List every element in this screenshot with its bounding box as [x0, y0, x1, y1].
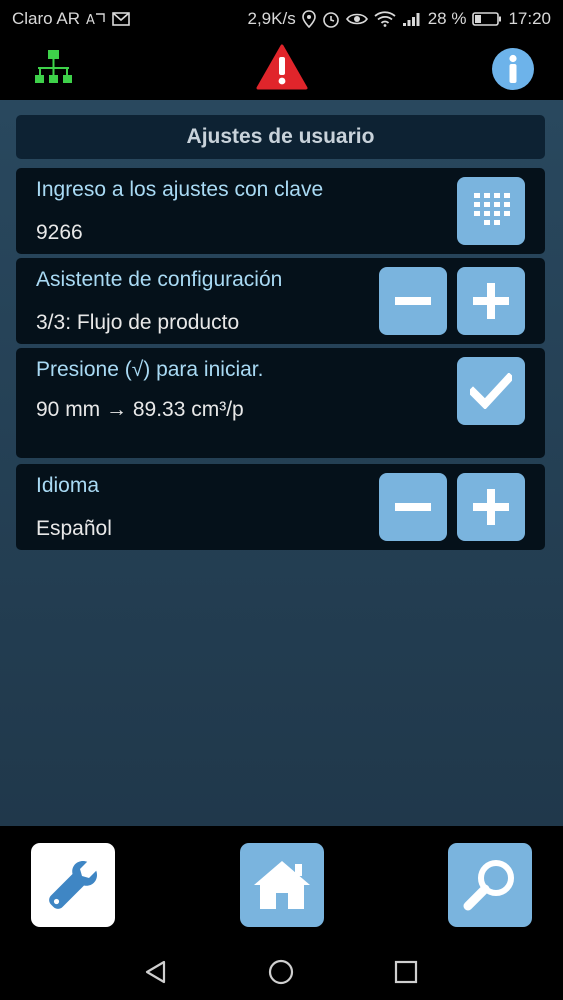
svg-text:A: A: [86, 13, 95, 27]
recents-icon[interactable]: [392, 958, 420, 986]
clock-time: 17:20: [508, 9, 551, 28]
minus-icon: [395, 297, 431, 305]
wifi-icon: [374, 11, 396, 27]
back-icon[interactable]: [142, 958, 170, 986]
setting-value: Español: [36, 517, 112, 540]
search-icon: [463, 860, 514, 911]
setting-title: Idioma: [36, 474, 100, 497]
home-icon: [254, 861, 310, 909]
wizard-plus-button[interactable]: [457, 267, 525, 335]
alarm-icon: [322, 10, 340, 28]
setting-value: 9266: [36, 221, 83, 244]
wizard-minus-button[interactable]: [379, 267, 447, 335]
setting-card-wizard: Asistente de configuración 3/3: Flujo de…: [16, 258, 545, 344]
gmail-icon: [112, 12, 130, 26]
warning-icon[interactable]: [256, 44, 308, 92]
location-icon: [301, 10, 316, 28]
wrench-icon: [49, 861, 97, 909]
app-bar: [0, 38, 563, 100]
setting-title: Presione (√) para iniciar.: [36, 358, 264, 381]
cell-signal-icon: [402, 11, 422, 27]
check-icon: [470, 373, 512, 409]
network-tree-icon[interactable]: [32, 47, 76, 91]
setting-title: Ingreso a los ajustes con clave: [36, 178, 324, 201]
setting-card-language: Idioma Español: [16, 464, 545, 550]
minus-icon: [395, 503, 431, 511]
home-tab-button[interactable]: [240, 843, 324, 927]
setting-value: 3/3: Flujo de producto: [36, 311, 240, 334]
network-speed: 2,9K/s: [247, 9, 296, 28]
info-icon[interactable]: [491, 47, 535, 91]
language-minus-button[interactable]: [379, 473, 447, 541]
section-title: Ajustes de usuario: [16, 115, 545, 159]
system-nav-bar: [0, 944, 563, 1000]
confirm-button[interactable]: [457, 357, 525, 425]
settings-tab-button[interactable]: [31, 843, 115, 927]
setting-card-password: Ingreso a los ajustes con clave 9266: [16, 168, 545, 254]
plus-icon: [473, 489, 509, 525]
search-tab-button[interactable]: [448, 843, 532, 927]
setting-card-start: Presione (√) para iniciar. 90 mm → 89.33…: [16, 348, 545, 458]
setting-title: Asistente de configuración: [36, 268, 283, 291]
setting-value: 90 mm → 89.33 cm³/p: [36, 398, 244, 421]
language-plus-button[interactable]: [457, 473, 525, 541]
status-bar: Claro AR A 2,9K/s 28 % 17:20: [0, 0, 563, 38]
settings-panel: Ajustes de usuario Ingreso a los ajustes…: [0, 100, 563, 826]
carrier-label: Claro AR: [12, 9, 81, 28]
keypad-icon: [474, 193, 510, 225]
home-nav-icon[interactable]: [267, 958, 295, 986]
battery-icon: [472, 11, 502, 27]
keypad-button[interactable]: [457, 177, 525, 245]
eye-icon: [345, 11, 368, 27]
bottom-toolbar: [0, 826, 563, 944]
battery-percent: 28 %: [427, 9, 467, 28]
plus-icon: [473, 283, 509, 319]
signal-a-icon: A: [86, 11, 106, 27]
